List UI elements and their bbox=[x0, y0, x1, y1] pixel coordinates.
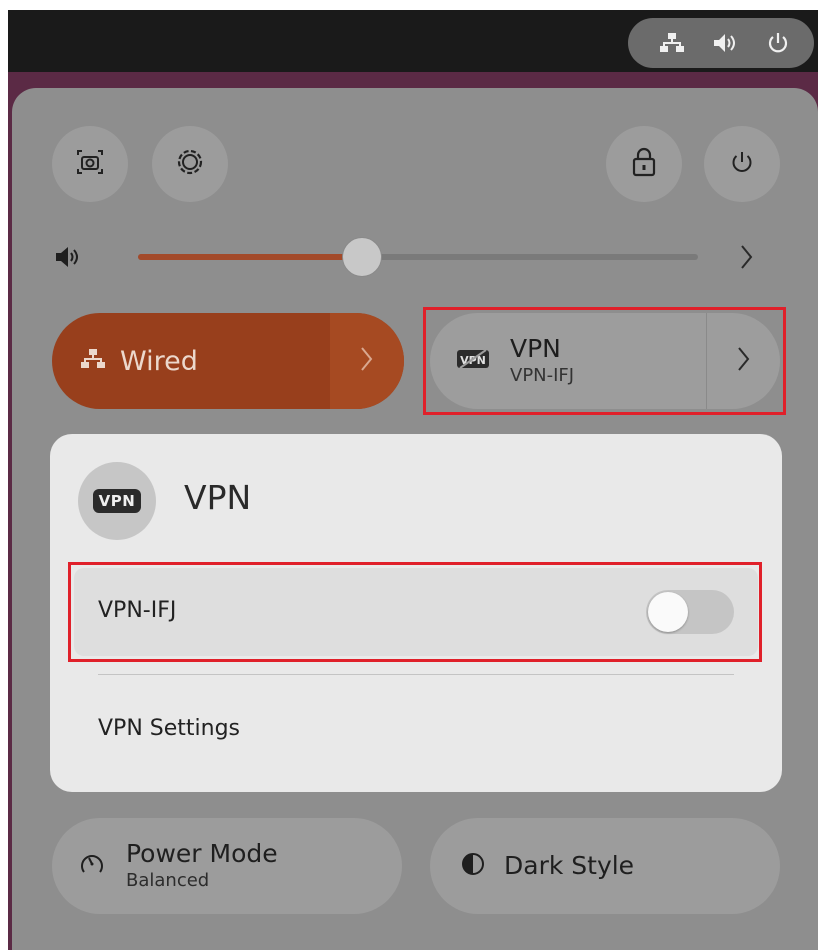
lock-icon bbox=[630, 146, 658, 182]
vpn-menu-icon: VPN bbox=[78, 462, 156, 540]
power-icon bbox=[764, 29, 792, 57]
volume-slider-fill bbox=[138, 254, 362, 260]
power-mode-button[interactable]: Power Mode Balanced bbox=[52, 818, 402, 914]
volume-slider-handle[interactable] bbox=[342, 237, 382, 277]
vpn-menu-title: VPN bbox=[184, 478, 252, 517]
wired-toggle-main[interactable]: Wired bbox=[52, 313, 330, 409]
screenshot-icon bbox=[74, 147, 106, 181]
vpn-icon: VPN bbox=[92, 489, 142, 513]
wired-toggle[interactable]: Wired bbox=[52, 313, 404, 409]
power-mode-title: Power Mode bbox=[126, 839, 278, 868]
wired-menu-arrow[interactable] bbox=[330, 313, 404, 409]
volume-icon bbox=[54, 244, 84, 274]
volume-icon bbox=[711, 29, 739, 57]
volume-slider[interactable] bbox=[138, 237, 698, 277]
system-tray[interactable] bbox=[628, 18, 814, 68]
settings-icon bbox=[174, 146, 206, 182]
power-off-button[interactable] bbox=[704, 126, 780, 202]
settings-button[interactable] bbox=[152, 126, 228, 202]
network-wired-icon bbox=[80, 348, 106, 374]
wired-label: Wired bbox=[120, 345, 198, 377]
chevron-right-icon[interactable] bbox=[738, 242, 756, 276]
network-wired-icon bbox=[658, 29, 686, 57]
chevron-right-icon bbox=[358, 344, 376, 378]
vpn-settings-item[interactable]: VPN Settings bbox=[98, 716, 240, 741]
menu-separator bbox=[98, 674, 734, 675]
power-icon bbox=[729, 149, 755, 179]
highlight-box-vpn-toggle bbox=[423, 307, 786, 415]
dark-style-label: Dark Style bbox=[504, 851, 635, 880]
screenshot-button[interactable] bbox=[52, 126, 128, 202]
dark-style-button[interactable]: Dark Style bbox=[430, 818, 780, 914]
highlight-box-vpn-connection bbox=[68, 562, 762, 662]
lock-button[interactable] bbox=[606, 126, 682, 202]
dark-style-icon bbox=[460, 851, 486, 881]
power-mode-subtitle: Balanced bbox=[126, 870, 210, 891]
power-mode-icon bbox=[78, 850, 106, 882]
